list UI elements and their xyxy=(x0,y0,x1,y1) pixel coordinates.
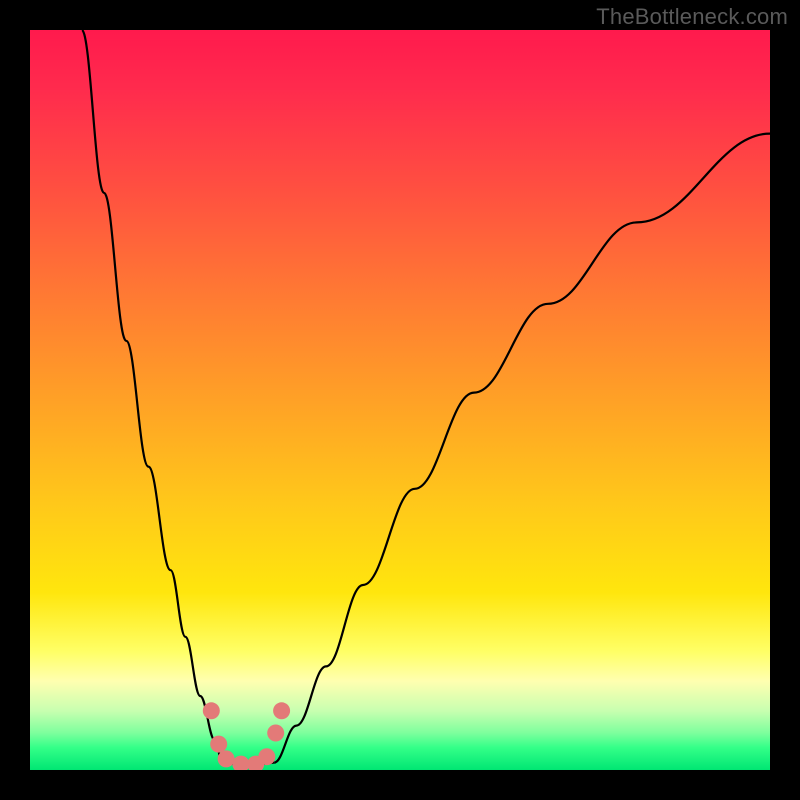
data-dot xyxy=(203,702,220,719)
curve-svg xyxy=(30,30,770,770)
data-dot xyxy=(232,756,249,770)
curve-right-branch xyxy=(274,134,770,763)
data-dot xyxy=(267,725,284,742)
bottleneck-curve xyxy=(82,30,770,765)
data-dot xyxy=(210,736,227,753)
chart-frame: TheBottleneck.com xyxy=(0,0,800,800)
plot-area xyxy=(30,30,770,770)
data-dot xyxy=(218,750,235,767)
data-dot xyxy=(258,748,275,765)
curve-left-branch xyxy=(82,30,223,763)
watermark-text: TheBottleneck.com xyxy=(596,4,788,30)
data-dot xyxy=(273,702,290,719)
